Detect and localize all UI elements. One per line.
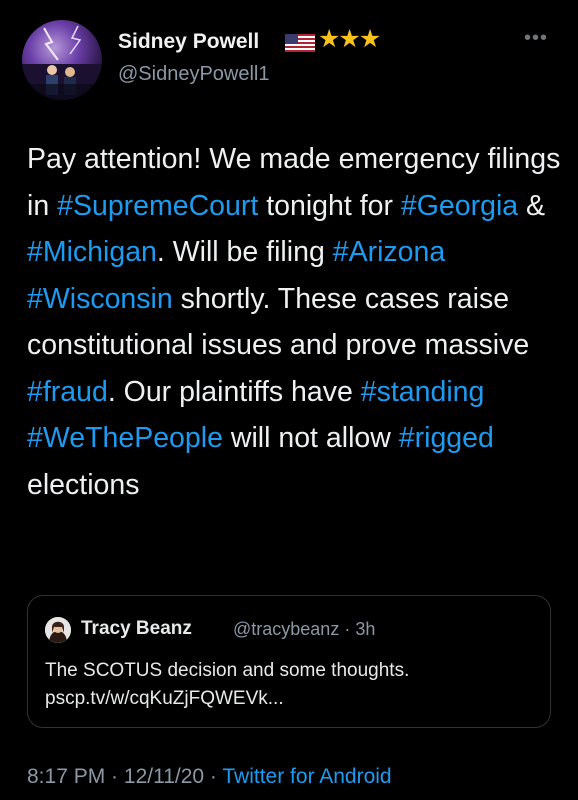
hashtag-link[interactable]: #WeThePeople xyxy=(27,422,223,454)
quote-link[interactable]: pscp.tv/w/cqKuZjFQWEVk... xyxy=(45,685,409,713)
quote-avatar-photo-icon xyxy=(45,617,71,643)
tweet-source-link[interactable]: Twitter for Android xyxy=(222,765,391,788)
tweet-text-segment: . Will be filing xyxy=(156,236,333,268)
quoted-tweet-card[interactable]: Tracy Beanz @tracybeanz · 3h The SCOTUS … xyxy=(27,595,551,728)
tweet-time[interactable]: 8:17 PM xyxy=(27,765,105,788)
tweet-text-segment: . Our plaintiffs have xyxy=(107,375,361,408)
hashtag-link[interactable]: #SupremeCourt xyxy=(57,190,258,222)
hashtag-link[interactable]: #Wisconsin xyxy=(27,283,173,315)
quote-age[interactable]: 3h xyxy=(355,619,375,639)
tweet-text-segment: will not allow xyxy=(222,422,399,454)
tweet-date[interactable]: 12/11/20 xyxy=(124,765,204,788)
hashtag-link[interactable]: #Arizona xyxy=(333,236,445,268)
hashtag-link[interactable]: #Georgia xyxy=(401,190,518,222)
tweet-text-segment: tonight for xyxy=(258,189,401,222)
tweet-footer: 8:17 PM · 12/11/20 · Twitter for Android xyxy=(27,765,392,789)
quote-separator: · xyxy=(339,619,356,639)
footer-separator: · xyxy=(105,765,124,788)
more-options-icon[interactable]: ••• xyxy=(524,28,548,48)
tweet-text: Pay attention! We made emergency filings… xyxy=(27,136,562,508)
author-avatar[interactable] xyxy=(22,20,102,100)
hashtag-link[interactable]: #fraud xyxy=(27,376,108,408)
tweet-text-segment: & xyxy=(518,189,546,222)
footer-separator: · xyxy=(204,765,223,788)
quote-meta: @tracybeanz · 3h xyxy=(233,619,375,640)
author-handle[interactable]: @SidneyPowell1 xyxy=(118,63,270,86)
tweet-text-segment: elections xyxy=(27,468,140,501)
stars-icon: ★★★ xyxy=(318,25,381,53)
quote-text: The SCOTUS decision and some thoughts. p… xyxy=(45,657,409,713)
author-name[interactable]: Sidney Powell xyxy=(118,30,259,54)
quote-author-avatar[interactable] xyxy=(45,617,71,643)
quote-author-name[interactable]: Tracy Beanz xyxy=(81,618,192,640)
avatar-photo-icon xyxy=(22,25,102,100)
hashtag-link[interactable]: #standing xyxy=(361,376,485,408)
hashtag-link[interactable]: #rigged xyxy=(399,422,494,454)
hashtag-link[interactable]: #Michigan xyxy=(27,236,157,268)
quote-text-line: The SCOTUS decision and some thoughts. xyxy=(45,660,410,681)
us-flag-icon xyxy=(285,34,315,52)
quote-author-handle[interactable]: @tracybeanz xyxy=(233,619,339,639)
